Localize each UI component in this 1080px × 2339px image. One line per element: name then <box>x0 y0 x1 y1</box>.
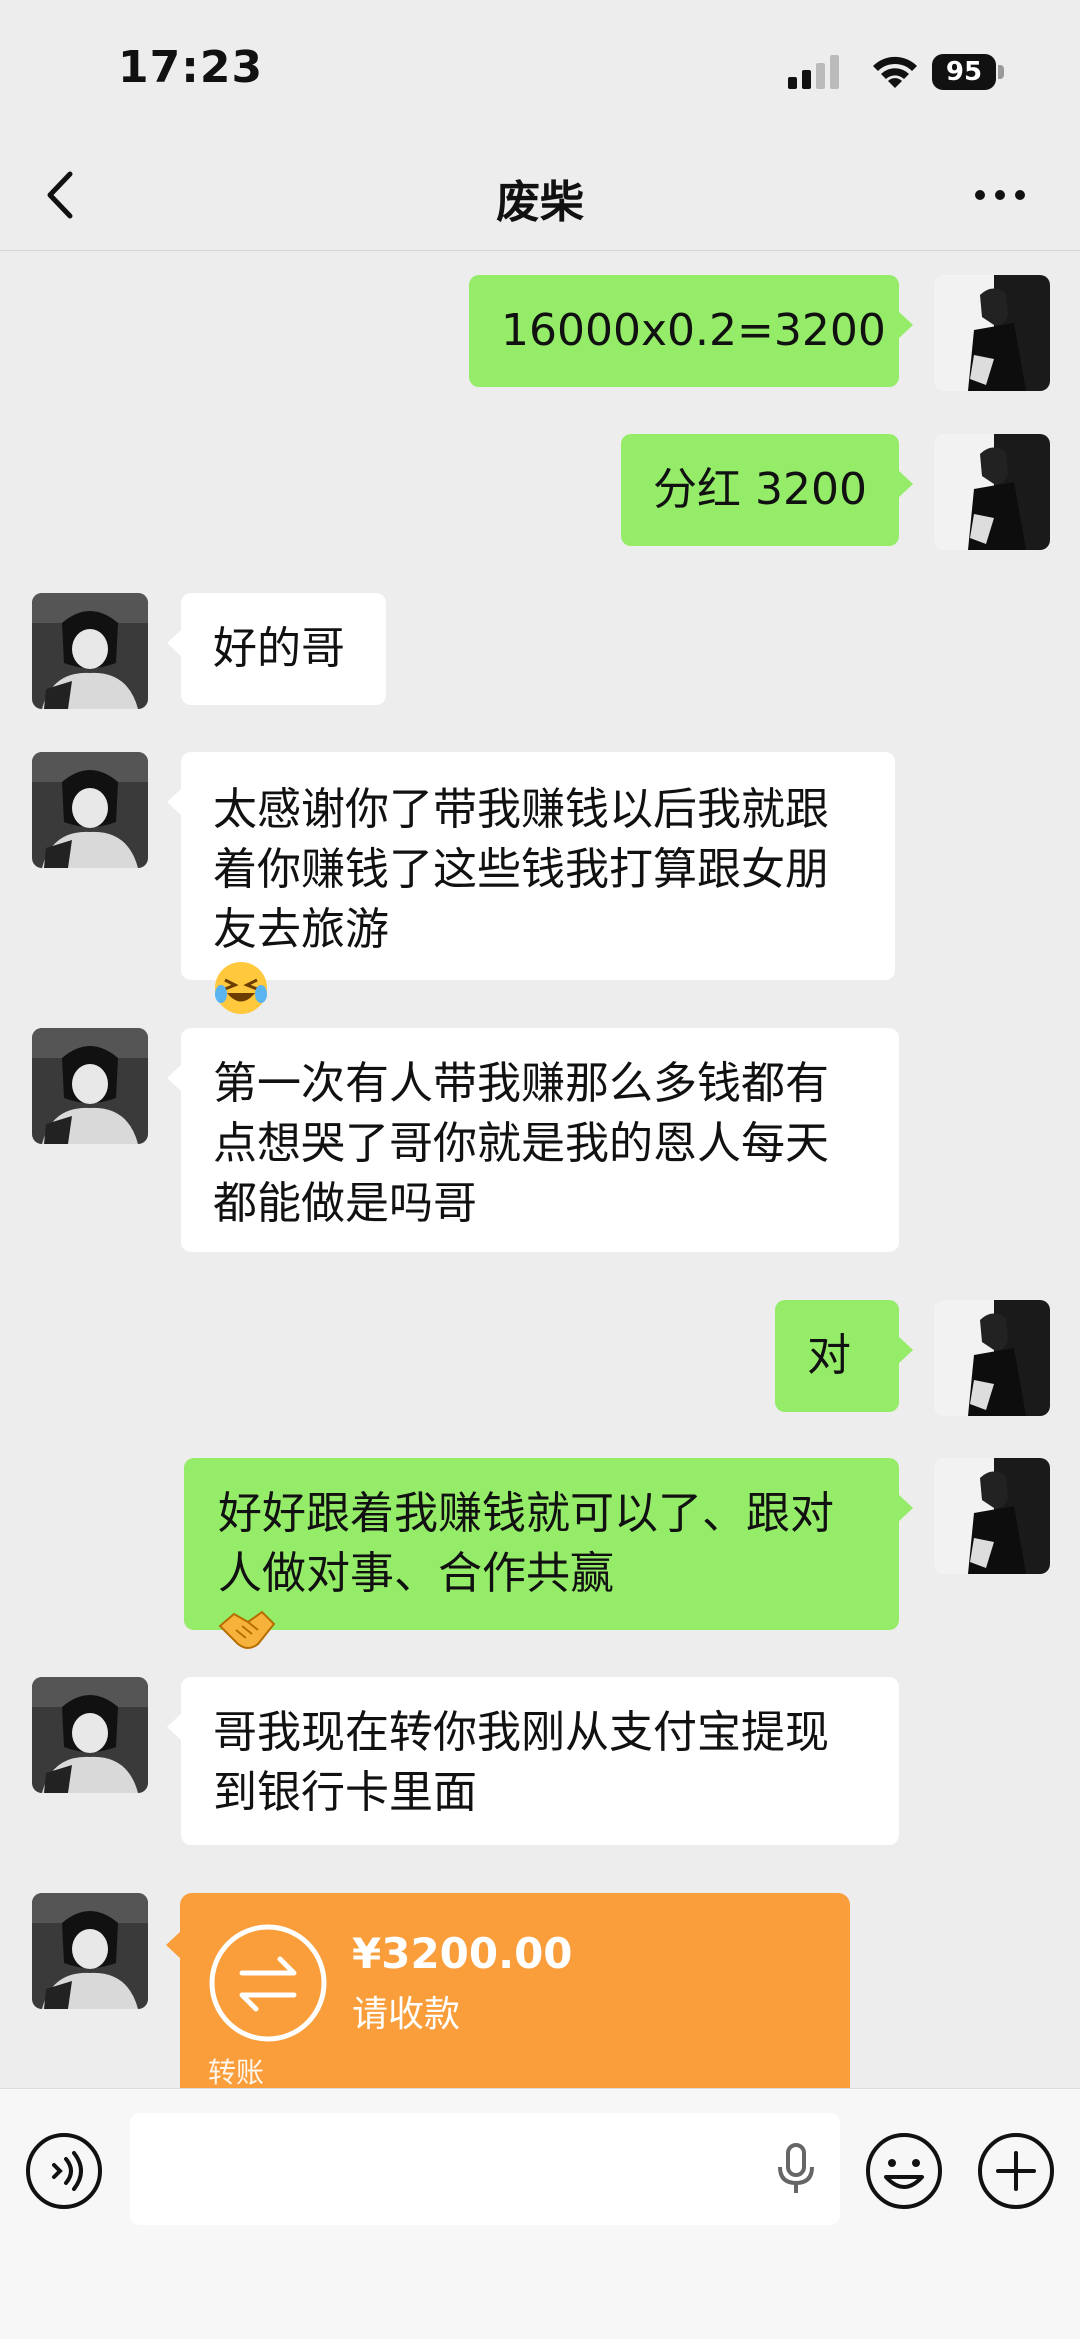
message-bubble-sent[interactable]: 好好跟着我赚钱就可以了、跟对 人做对事、合作共赢 <box>184 1458 913 1649</box>
emoji-icon[interactable] <box>864 2131 944 2211</box>
message-bubble-sent[interactable]: 分红 3200 <box>621 434 913 546</box>
chat-title: 废柴 <box>496 177 584 228</box>
message-bubble-sent[interactable]: 16000x0.2=3200 <box>469 275 913 387</box>
contact-avatar[interactable] <box>32 1893 148 2009</box>
message-bubble-received[interactable]: 好的哥 <box>167 593 386 705</box>
my-avatar[interactable] <box>934 1300 1050 1416</box>
transfer-note: 请收款 <box>352 1994 461 2035</box>
message-bubble-received[interactable]: 哥我现在转你我刚从支付宝提现 到银行卡里面 <box>167 1677 899 1845</box>
voice-mode-icon[interactable] <box>24 2131 104 2211</box>
battery-icon: 95 <box>932 54 1006 90</box>
my-avatar[interactable] <box>934 275 1050 391</box>
contact-avatar[interactable] <box>32 1028 148 1144</box>
chat-input-bar <box>0 2088 1080 2339</box>
plus-icon[interactable] <box>976 2131 1056 2211</box>
transfer-arrows-icon <box>209 1924 327 2042</box>
status-bar: 17:23 95 <box>0 0 1080 140</box>
wifi-icon <box>873 56 917 88</box>
contact-avatar[interactable] <box>32 1677 148 1793</box>
battery-level: 95 <box>932 54 996 90</box>
message-bubble-received[interactable]: 太感谢你了带我赚钱以后我就跟 着你赚钱了这些钱我打算跟女朋 友去旅游 <box>167 752 895 1014</box>
laughing-tears-emoji-icon <box>215 962 267 1014</box>
more-options-icon[interactable] <box>970 170 1030 220</box>
chat-header: 废柴 <box>0 140 1080 251</box>
contact-avatar[interactable] <box>32 752 148 868</box>
my-avatar[interactable] <box>934 434 1050 550</box>
my-avatar[interactable] <box>934 1458 1050 1574</box>
status-time: 17:23 <box>118 42 264 93</box>
transfer-label: 转账 <box>208 2056 265 2089</box>
transfer-amount: ¥3200.00 <box>352 1929 573 1978</box>
message-bubble-received[interactable]: 第一次有人带我赚那么多钱都有 点想哭了哥你就是我的恩人每天 都能做是吗哥 <box>167 1028 899 1252</box>
transfer-card[interactable]: ¥3200.00 请收款 转账 <box>166 1893 850 2089</box>
microphone-icon[interactable] <box>766 2139 826 2199</box>
cellular-signal-icon <box>788 55 839 89</box>
message-input[interactable] <box>130 2113 840 2225</box>
handshake-emoji-icon <box>218 1610 276 1649</box>
contact-avatar[interactable] <box>32 593 148 709</box>
message-bubble-sent[interactable]: 对 <box>775 1300 913 1412</box>
